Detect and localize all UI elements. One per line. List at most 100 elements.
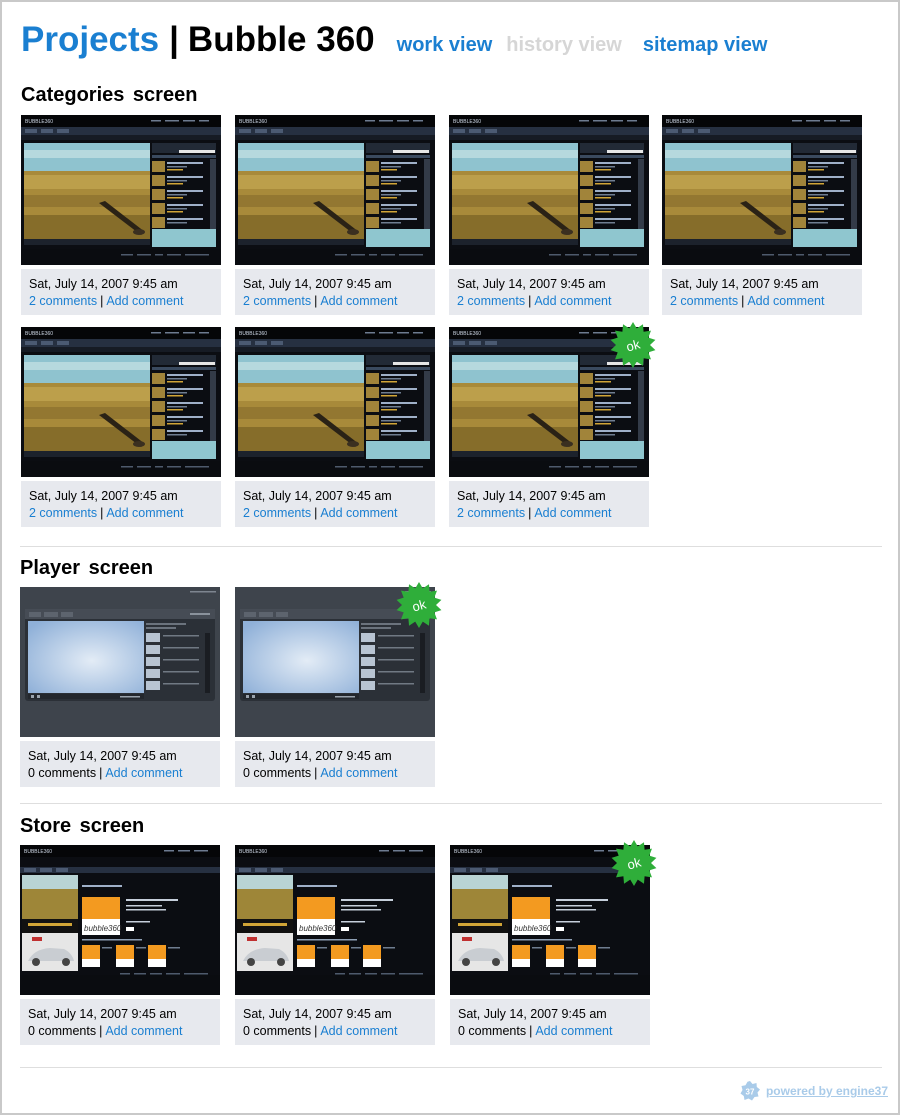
svg-text:bubble360: bubble360: [84, 924, 122, 933]
meta-separator: |: [314, 1024, 318, 1038]
card-date: Sat, July 14, 2007 9:45 am: [29, 489, 178, 503]
add-comment-link[interactable]: Add comment: [320, 294, 397, 308]
card-date: Sat, July 14, 2007 9:45 am: [28, 1007, 177, 1021]
svg-text:BUBBLE360: BUBBLE360: [24, 849, 52, 855]
projects-link[interactable]: Projects: [21, 20, 159, 60]
add-comment-link[interactable]: Add comment: [320, 506, 397, 520]
comments-count: 0 comments: [243, 766, 312, 780]
card-date: Sat, July 14, 2007 9:45 am: [243, 489, 392, 503]
card-date: Sat, July 14, 2007 9:45 am: [243, 749, 392, 763]
add-comment-link[interactable]: Add comment: [106, 506, 183, 520]
meta-separator: |: [314, 766, 318, 780]
card-meta: Sat, July 14, 2007 9:45 am 2 comments | Add…: [235, 269, 435, 315]
store-screen-preview: BUBBLE360 bubble360: [235, 845, 435, 995]
screenshot-thumbnail[interactable]: BUBBLE360: [21, 115, 221, 265]
categories-screen-preview: BUBBLE360: [21, 115, 221, 265]
comments-count-link[interactable]: 2 comments: [457, 294, 525, 308]
comments-count-link[interactable]: 2 comments: [29, 294, 97, 308]
card-comment-line: 0 comments | Add comment: [28, 765, 220, 782]
meta-separator: |: [100, 294, 104, 308]
footer: 37 powered by engine37: [740, 1081, 888, 1101]
comments-count-link[interactable]: 2 comments: [243, 506, 311, 520]
screenshot-thumbnail[interactable]: BUBBLE360: [235, 327, 435, 477]
card-date: Sat, July 14, 2007 9:45 am: [457, 277, 606, 291]
screenshot-thumbnail[interactable]: [20, 587, 220, 737]
screenshot-thumbnail[interactable]: BUBBLE360: [449, 115, 649, 265]
svg-text:BUBBLE360: BUBBLE360: [453, 119, 481, 125]
meta-separator: |: [99, 1024, 103, 1038]
card-comment-line: 0 comments | Add comment: [28, 1023, 220, 1040]
add-comment-link[interactable]: Add comment: [320, 1024, 397, 1038]
player-screen-preview: [20, 587, 220, 737]
sitemap-view-link[interactable]: sitemap view: [643, 34, 768, 57]
categories-screen-preview: BUBBLE360: [235, 115, 435, 265]
comments-count: 0 comments: [243, 1024, 312, 1038]
section-divider: [20, 803, 882, 804]
svg-text:BUBBLE360: BUBBLE360: [454, 849, 482, 855]
card-comment-line: 2 comments | Add comment: [670, 293, 862, 310]
card-comment-line: 2 comments | Add comment: [457, 505, 649, 522]
meta-separator: |: [741, 294, 745, 308]
categories-screen-preview: BUBBLE360: [449, 115, 649, 265]
card-meta: Sat, July 14, 2007 9:45 am 0 comments | Add…: [235, 741, 435, 787]
card-meta: Sat, July 14, 2007 9:45 am 2 comments | Add…: [21, 481, 221, 527]
add-comment-link[interactable]: Add comment: [320, 766, 397, 780]
add-comment-link[interactable]: Add comment: [105, 766, 182, 780]
comments-count: 0 comments: [28, 1024, 97, 1038]
categories-screen-preview: BUBBLE360: [662, 115, 862, 265]
svg-text:BUBBLE360: BUBBLE360: [239, 331, 267, 337]
svg-text:BUBBLE360: BUBBLE360: [25, 331, 53, 337]
screenshot-thumbnail[interactable]: BUBBLE360 bubble360: [20, 845, 220, 995]
card-date: Sat, July 14, 2007 9:45 am: [29, 277, 178, 291]
ok-approved-badge: ok: [396, 582, 442, 628]
add-comment-link[interactable]: Add comment: [747, 294, 824, 308]
add-comment-link[interactable]: Add comment: [534, 294, 611, 308]
comments-count-link[interactable]: 2 comments: [243, 294, 311, 308]
card-comment-line: 0 comments | Add comment: [243, 765, 435, 782]
powered-by-link[interactable]: powered by engine37: [766, 1084, 888, 1098]
svg-text:bubble360: bubble360: [299, 924, 337, 933]
card-date: Sat, July 14, 2007 9:45 am: [457, 489, 606, 503]
screenshot-thumbnail[interactable]: BUBBLE360: [662, 115, 862, 265]
section-title-store: Store screen: [20, 815, 145, 837]
section-divider: [20, 546, 882, 547]
card-comment-line: 2 comments | Add comment: [243, 293, 435, 310]
meta-separator: |: [528, 294, 532, 308]
ok-approved-badge: ok: [610, 322, 656, 368]
section-divider: [20, 1067, 882, 1068]
card-meta: Sat, July 14, 2007 9:45 am 0 comments | Add…: [235, 999, 435, 1045]
work-view-link[interactable]: work view: [397, 34, 493, 57]
card-comment-line: 2 comments | Add comment: [29, 293, 221, 310]
card-meta: Sat, July 14, 2007 9:45 am 0 comments | Add…: [20, 741, 220, 787]
view-switcher: work view history view sitemap view: [397, 34, 768, 57]
ok-approved-badge: ok: [611, 840, 657, 886]
meta-separator: |: [529, 1024, 533, 1038]
svg-text:BUBBLE360: BUBBLE360: [666, 119, 694, 125]
meta-separator: |: [99, 766, 103, 780]
add-comment-link[interactable]: Add comment: [106, 294, 183, 308]
meta-separator: |: [100, 506, 104, 520]
engine37-logo-icon: 37: [740, 1081, 760, 1101]
history-view-link: history view: [506, 34, 622, 56]
card-date: Sat, July 14, 2007 9:45 am: [243, 1007, 392, 1021]
add-comment-link[interactable]: Add comment: [534, 506, 611, 520]
svg-text:bubble360: bubble360: [514, 924, 552, 933]
card-meta: Sat, July 14, 2007 9:45 am 2 comments | Add…: [662, 269, 862, 315]
screenshot-thumbnail[interactable]: BUBBLE360 bubble360: [235, 845, 435, 995]
svg-text:BUBBLE360: BUBBLE360: [453, 331, 481, 337]
logo-number: 37: [746, 1088, 755, 1097]
card-comment-line: 0 comments | Add comment: [243, 1023, 435, 1040]
add-comment-link[interactable]: Add comment: [535, 1024, 612, 1038]
screenshot-thumbnail[interactable]: BUBBLE360: [21, 327, 221, 477]
card-meta: Sat, July 14, 2007 9:45 am 2 comments | Add…: [449, 481, 649, 527]
comments-count-link[interactable]: 2 comments: [457, 506, 525, 520]
card-comment-line: 2 comments | Add comment: [457, 293, 649, 310]
comments-count-link[interactable]: 2 comments: [670, 294, 738, 308]
card-date: Sat, July 14, 2007 9:45 am: [670, 277, 819, 291]
card-comment-line: 0 comments | Add comment: [458, 1023, 650, 1040]
add-comment-link[interactable]: Add comment: [105, 1024, 182, 1038]
section-title-player: Player screen: [20, 557, 154, 579]
comments-count-link[interactable]: 2 comments: [29, 506, 97, 520]
screenshot-thumbnail[interactable]: BUBBLE360: [235, 115, 435, 265]
section-title-categories: Categories screen: [21, 84, 198, 106]
